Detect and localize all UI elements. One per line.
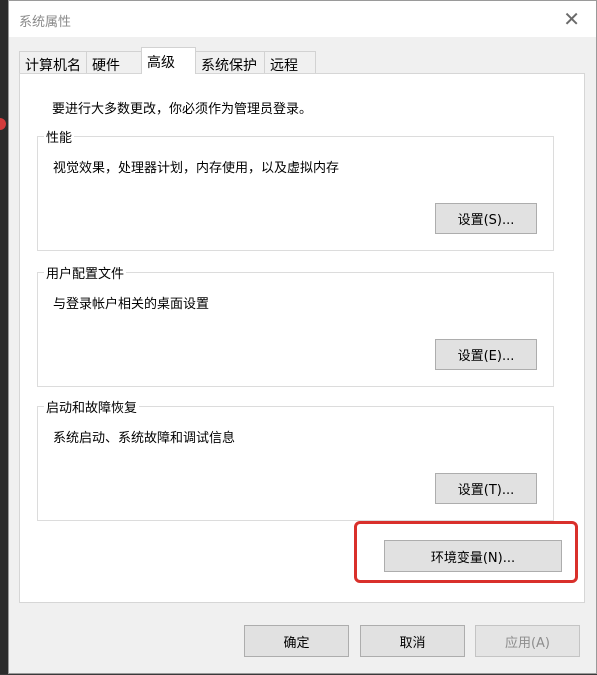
user-profiles-group: 用户配置文件 与登录帐户相关的桌面设置 设置(E)... [37,263,554,387]
dialog-footer: 确定 取消 应用(A) [9,603,596,675]
system-properties-dialog: 系统属性 ✕ 计算机名 硬件 高级 系统保护 远程 要进行大多数更改，你必须作为… [8,0,597,674]
admin-notice: 要进行大多数更改，你必须作为管理员登录。 [52,102,313,117]
tab-hardware[interactable]: 硬件 [86,51,142,74]
tab-remote[interactable]: 远程 [264,51,316,74]
startup-recovery-group-title: 启动和故障恢复 [44,397,140,416]
user-profiles-group-title: 用户配置文件 [44,263,127,282]
user-profiles-settings-button[interactable]: 设置(E)... [435,339,537,370]
title-bar: 系统属性 ✕ [9,1,596,37]
environment-variables-button[interactable]: 环境变量(N)... [384,540,562,572]
ok-button[interactable]: 确定 [244,625,349,657]
startup-recovery-description: 系统启动、系统故障和调试信息 [53,431,236,446]
startup-recovery-group: 启动和故障恢复 系统启动、系统故障和调试信息 设置(T)... [37,397,554,521]
performance-settings-button[interactable]: 设置(S)... [435,203,537,234]
performance-group-title: 性能 [44,127,75,146]
tab-computer-name[interactable]: 计算机名 [19,51,87,74]
background-window-strip [0,0,8,674]
close-icon[interactable]: ✕ [563,7,580,31]
apply-button[interactable]: 应用(A) [475,625,580,657]
user-profiles-description: 与登录帐户相关的桌面设置 [53,297,210,312]
cancel-button[interactable]: 取消 [360,625,465,657]
performance-description: 视觉效果，处理器计划，内存使用，以及虚拟内存 [53,161,340,176]
tab-advanced[interactable]: 高级 [141,47,196,74]
window-title: 系统属性 [19,15,72,30]
tab-system-protection[interactable]: 系统保护 [195,51,265,74]
startup-recovery-settings-button[interactable]: 设置(T)... [435,473,537,504]
tab-content-advanced: 要进行大多数更改，你必须作为管理员登录。 性能 视觉效果，处理器计划，内存使用，… [19,73,585,603]
performance-group: 性能 视觉效果，处理器计划，内存使用，以及虚拟内存 设置(S)... [37,127,554,251]
